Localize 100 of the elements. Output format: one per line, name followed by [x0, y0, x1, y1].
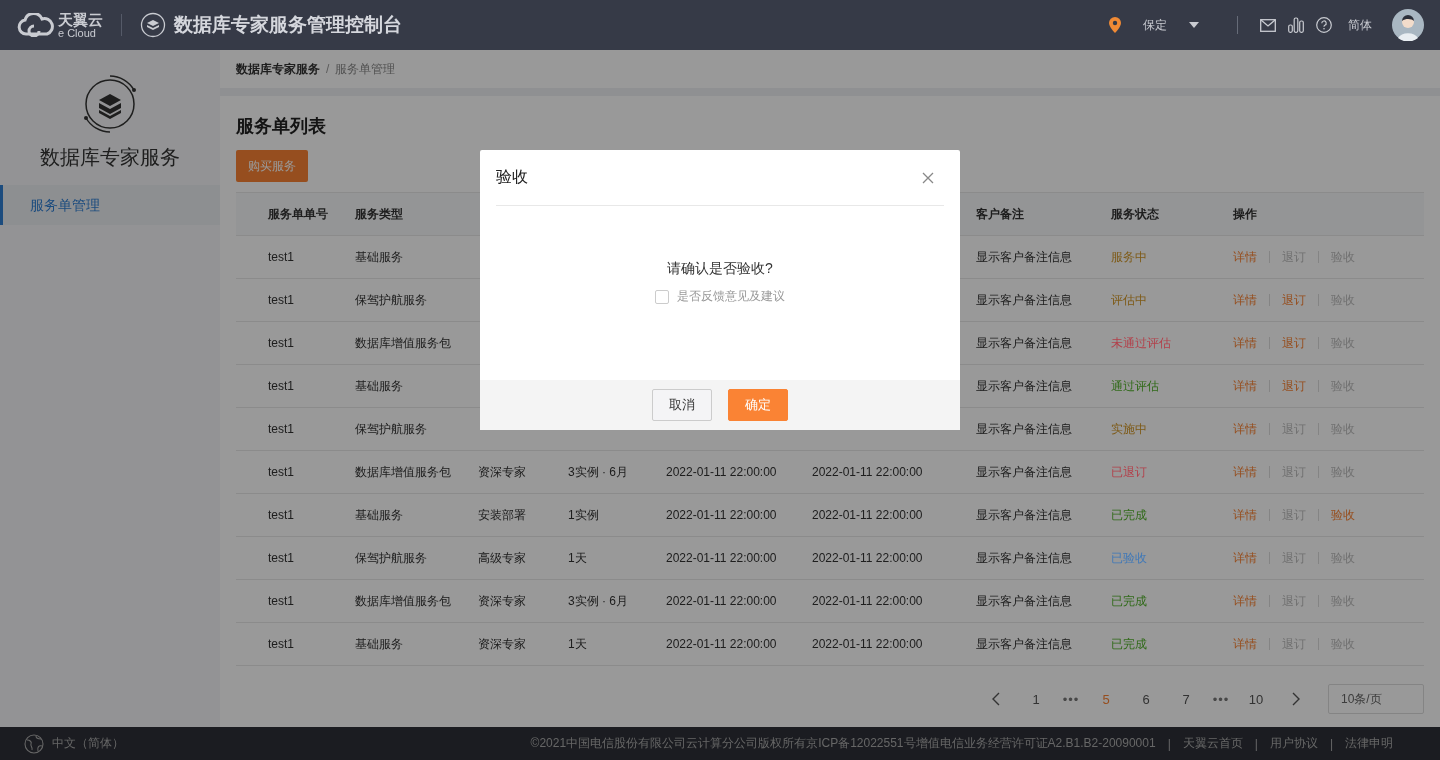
language-link[interactable]: 简体	[1348, 16, 1372, 34]
status-text: 评估中	[1111, 292, 1147, 307]
copyright-text: ©2021中国电信股份有限公司云计算分公司版权所有京ICP备12022551号增值电信业务经营许可证A2.B1.B2-20090001	[530, 735, 1156, 752]
page-title: 服务单列表	[236, 115, 327, 138]
footer-link[interactable]: 天翼云首页	[1182, 735, 1243, 752]
action-link[interactable]: 验收	[1331, 506, 1355, 524]
action-link[interactable]: 详情	[1233, 334, 1257, 352]
table-cell: 2022-01-11 22:00:00	[666, 594, 777, 608]
table-cell: 2022-01-11 22:00:00	[812, 508, 923, 522]
status-text: 服务中	[1111, 249, 1147, 264]
table-cell: test1	[268, 465, 294, 479]
brand-name: 天翼云	[58, 11, 103, 27]
table-cell: test1	[268, 293, 294, 307]
table-cell: test1	[268, 336, 294, 350]
action-link[interactable]: 退订	[1282, 334, 1306, 352]
action-link[interactable]: 详情	[1233, 248, 1257, 266]
breadcrumb-item[interactable]: 数据库专家服务	[236, 60, 320, 78]
table-cell: 保驾护航服务	[355, 550, 427, 565]
action-link[interactable]: 详情	[1233, 506, 1257, 524]
action-link[interactable]: 详情	[1233, 377, 1257, 395]
globe-icon[interactable]	[24, 733, 44, 754]
caret-down-icon	[1189, 22, 1199, 28]
action-link[interactable]: 详情	[1233, 463, 1257, 481]
action-link[interactable]: 详情	[1233, 291, 1257, 309]
table-cell: test1	[268, 594, 294, 608]
action-link[interactable]: 详情	[1233, 635, 1257, 653]
action-link[interactable]: 详情	[1233, 549, 1257, 567]
location-pin-icon	[1109, 17, 1121, 33]
mail-icon[interactable]	[1260, 18, 1276, 32]
table-cell: 数据库增值服务包	[355, 593, 451, 608]
table-cell: 显示客户备注信息	[976, 550, 1072, 565]
buy-service-button[interactable]: 购买服务	[236, 150, 308, 182]
page-number[interactable]: 1	[1016, 691, 1056, 707]
table-cell: 基础服务	[355, 249, 403, 264]
table-cell: test1	[268, 379, 294, 393]
column-header: 操作	[1233, 206, 1257, 221]
action-link[interactable]: 详情	[1233, 592, 1257, 610]
status-text: 已验收	[1111, 550, 1147, 565]
page-number[interactable]: 5	[1086, 691, 1126, 707]
table-cell: 数据库增值服务包	[355, 464, 451, 479]
status-text: 已完成	[1111, 507, 1147, 522]
breadcrumb-separator: /	[326, 62, 330, 76]
table-cell: test1	[268, 422, 294, 436]
footer-link[interactable]: 用户协议	[1269, 735, 1318, 752]
table-cell: test1	[268, 637, 294, 651]
table-cell: 1实例	[568, 507, 599, 522]
language-link[interactable]: 中文（简体）	[52, 735, 124, 752]
page-number[interactable]: 6	[1126, 691, 1166, 707]
separator: |	[1167, 736, 1171, 751]
page-ellipsis[interactable]: •••	[1056, 691, 1086, 707]
table-cell: 高级专家	[478, 550, 526, 565]
database-icon	[140, 12, 166, 38]
sidebar-item[interactable]: 服务单管理	[0, 185, 220, 225]
close-icon[interactable]	[922, 171, 934, 184]
table-cell: test1	[268, 551, 294, 565]
status-text: 已完成	[1111, 593, 1147, 608]
table-cell: 3实例 · 6月	[568, 593, 628, 608]
status-text: 通过评估	[1111, 378, 1159, 393]
separator: |	[1329, 736, 1333, 751]
feedback-checkbox[interactable]: 是否反馈意见及建议	[655, 288, 785, 305]
page-size-select[interactable]: 10条/页	[1328, 684, 1424, 714]
status-text: 已退订	[1111, 464, 1147, 479]
status-text: 已完成	[1111, 636, 1147, 651]
status-text: 未通过评估	[1111, 335, 1171, 350]
table-cell: 显示客户备注信息	[976, 464, 1072, 479]
bar-chart-icon[interactable]	[1288, 17, 1304, 33]
chevron-right-icon[interactable]	[1292, 692, 1300, 706]
table-cell: 基础服务	[355, 378, 403, 393]
separator: |	[1254, 736, 1258, 751]
help-icon[interactable]	[1316, 17, 1332, 33]
column-header: 服务单单号	[268, 206, 328, 221]
avatar-icon[interactable]	[1392, 9, 1424, 41]
cancel-button[interactable]: 取消	[652, 389, 712, 421]
table-cell: 显示客户备注信息	[976, 335, 1072, 350]
action-link[interactable]: 退订	[1282, 377, 1306, 395]
table-cell: 3实例 · 6月	[568, 464, 628, 479]
breadcrumb-item: 服务单管理	[335, 60, 396, 78]
table-cell: 显示客户备注信息	[976, 292, 1072, 307]
table-cell: 显示客户备注信息	[976, 636, 1072, 651]
cloud-logo-icon[interactable]	[16, 13, 56, 37]
footer-link[interactable]: 法律申明	[1345, 735, 1393, 752]
column-header: 服务类型	[355, 206, 403, 221]
page-ellipsis[interactable]: •••	[1206, 691, 1236, 707]
action-link[interactable]: 详情	[1233, 420, 1257, 438]
dialog-title: 验收	[496, 167, 528, 187]
chevron-left-icon[interactable]	[992, 692, 1000, 706]
table-cell: 2022-01-11 22:00:00	[666, 508, 777, 522]
table-cell: 2022-01-11 22:00:00	[666, 551, 777, 565]
table-cell: 1天	[568, 550, 587, 565]
table-cell: 显示客户备注信息	[976, 378, 1072, 393]
table-cell: 安装部署	[478, 507, 526, 522]
table-cell: 2022-01-11 22:00:00	[812, 465, 923, 479]
table-cell: 资深专家	[478, 464, 526, 479]
table-cell: 2022-01-11 22:00:00	[812, 594, 923, 608]
page-number[interactable]: 7	[1166, 691, 1206, 707]
action-link[interactable]: 退订	[1282, 291, 1306, 309]
confirm-button[interactable]: 确定	[728, 389, 788, 421]
table-cell: 基础服务	[355, 507, 403, 522]
region-selector[interactable]: 保定	[1109, 16, 1211, 34]
page-number[interactable]: 10	[1236, 691, 1276, 707]
